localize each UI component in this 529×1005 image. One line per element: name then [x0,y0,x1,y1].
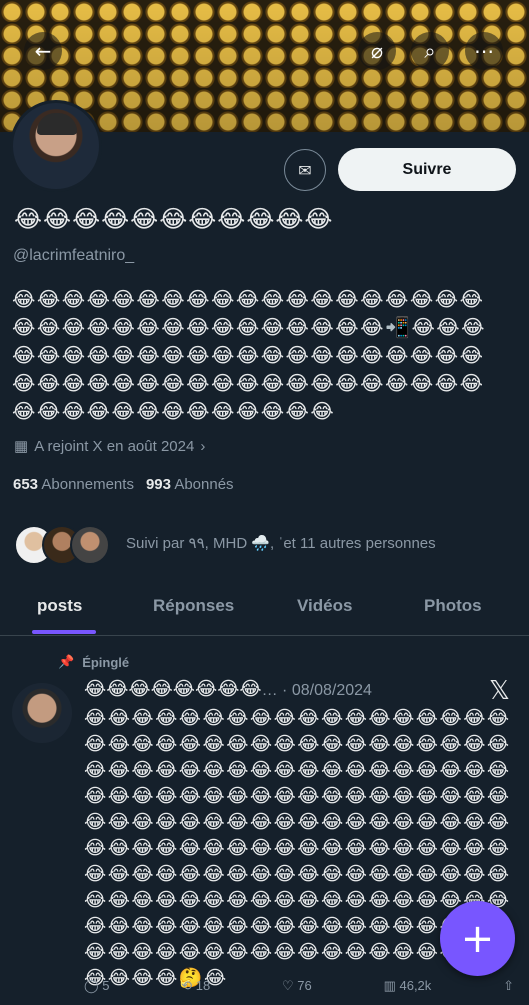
follower-avatar [70,525,110,565]
views-button[interactable]: ▥ 46,2k [384,978,432,994]
bio: 😂😂😂😂😂😂😂😂😂😂😂😂😂😂😂😂😂😂😂😂😂😂😂😂😂😂😂😂😂😂😂😂😂😂📲😂😂😂😂😂… [12,287,487,423]
x-logo-icon: 𝕏 [489,676,510,706]
post-avatar[interactable] [12,683,72,743]
post-date[interactable]: 08/08/2024 [292,682,372,699]
heart-icon: ♡ [282,978,294,993]
search-button[interactable]: ⌕ [411,32,449,70]
followed-by[interactable]: Suivi par ٩٩, MHD 🌧️, ˈet 11 autres pers… [14,522,436,568]
pinned-text: Épinglé [82,654,130,670]
back-button[interactable]: ← [24,32,62,70]
followers-label: Abonnés [174,476,234,493]
share-icon: ⇧ [503,978,514,993]
reply-icon: ◯ [84,978,99,993]
following-link[interactable]: 653 Abonnements [13,476,134,493]
tab-posts[interactable]: posts [37,596,82,616]
post-actions: ◯ 5 ⟲ 18 ♡ 76 ▥ 46,2k ⇧ [84,978,514,994]
pinned-label: 📌 Épinglé [58,654,129,670]
post-separator: … · [261,682,292,699]
followers-count: 993 [145,476,171,493]
chevron-right-icon[interactable]: › [200,438,205,455]
plus-icon: + [460,915,495,962]
joined-text: A rejoint X en août 2024 [34,437,195,455]
post-header: 😂😂😂😂😂😂😂😂… · 08/08/2024 [84,678,464,700]
more-icon: ⋯ [474,39,494,63]
share-button[interactable]: ⇧ [503,978,514,994]
compose-button[interactable]: + [440,901,515,976]
mail-icon: ✉ [298,160,312,180]
following-label: Abonnements [41,476,134,493]
views-count: 46,2k [399,978,432,993]
active-tab-indicator [32,630,96,634]
message-button[interactable]: ✉ [284,149,326,191]
avatar-cap [37,113,77,135]
like-count: 76 [297,978,312,993]
profile-tabs: posts Réponses Vidéos Photos [0,584,529,636]
reply-button[interactable]: ◯ 5 [84,978,109,994]
calendar-icon: ▦ [14,438,29,455]
post-author[interactable]: 😂😂😂😂😂😂😂😂 [84,678,262,700]
grok-icon: ⌀ [370,39,384,63]
like-button[interactable]: ♡ 76 [282,978,312,994]
follow-stats: 653 Abonnements 993 Abonnés [13,476,234,493]
follow-button[interactable]: Suivre [338,148,516,191]
more-button[interactable]: ⋯ [465,32,503,70]
search-icon: ⌕ [424,39,436,63]
followed-by-text: Suivi par ٩٩, MHD 🌧️, ˈet 11 autres pers… [126,535,436,552]
tab-photos[interactable]: Photos [424,596,482,616]
following-count: 653 [13,476,39,493]
reply-count: 5 [102,978,110,993]
repost-button[interactable]: ⟲ 18 [181,978,210,994]
display-name: 😂😂😂😂😂😂😂😂😂😂😂 [14,205,334,233]
handle: @lacrimfeatniro_ [13,247,135,264]
followers-link[interactable]: 993 Abonnés [146,476,234,493]
joined-date: ▦ A rejoint X en août 2024 › [14,437,205,456]
views-icon: ▥ [383,978,396,993]
repost-icon: ⟲ [181,978,193,993]
tab-videos[interactable]: Vidéos [297,596,352,616]
grok-button[interactable]: ⌀ [358,32,396,70]
arrow-left-icon: ← [34,39,52,63]
repost-count: 18 [195,978,211,993]
profile-avatar[interactable] [10,100,102,192]
pin-icon: 📌 [58,654,75,669]
tab-replies[interactable]: Réponses [153,596,234,616]
